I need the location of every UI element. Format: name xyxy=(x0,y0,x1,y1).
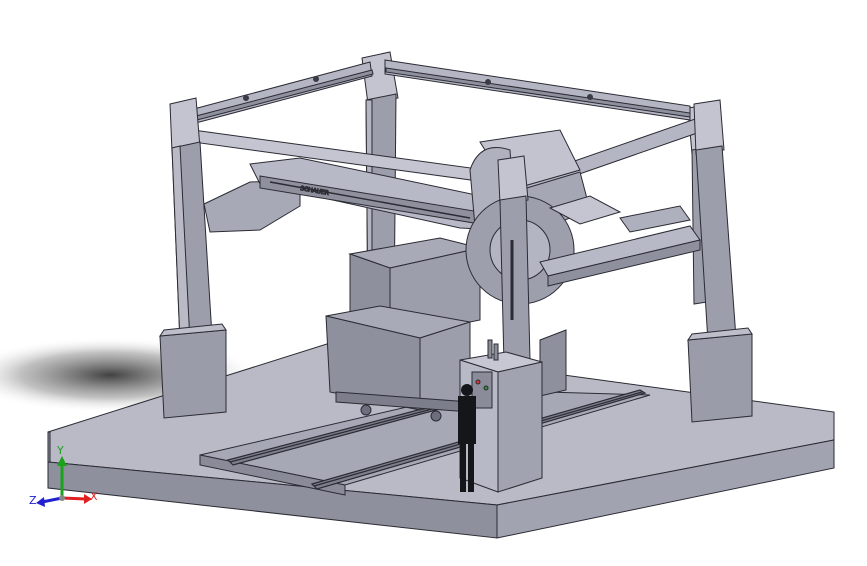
cad-viewport[interactable]: SCHAUER Y X Z xyxy=(0,0,867,562)
axis-z-line xyxy=(41,496,63,504)
gantry-leg-front-center xyxy=(497,155,531,365)
cad-model-view[interactable]: SCHAUER Y X Z xyxy=(0,0,867,562)
axis-z-label: Z xyxy=(29,494,37,507)
triad-origin xyxy=(59,495,65,501)
gantry-leg-front-left xyxy=(159,97,227,419)
axis-x-label: X xyxy=(90,490,98,503)
axis-y-label: Y xyxy=(56,444,64,457)
axis-x-line xyxy=(61,496,87,501)
axis-z-arrow xyxy=(36,497,45,507)
